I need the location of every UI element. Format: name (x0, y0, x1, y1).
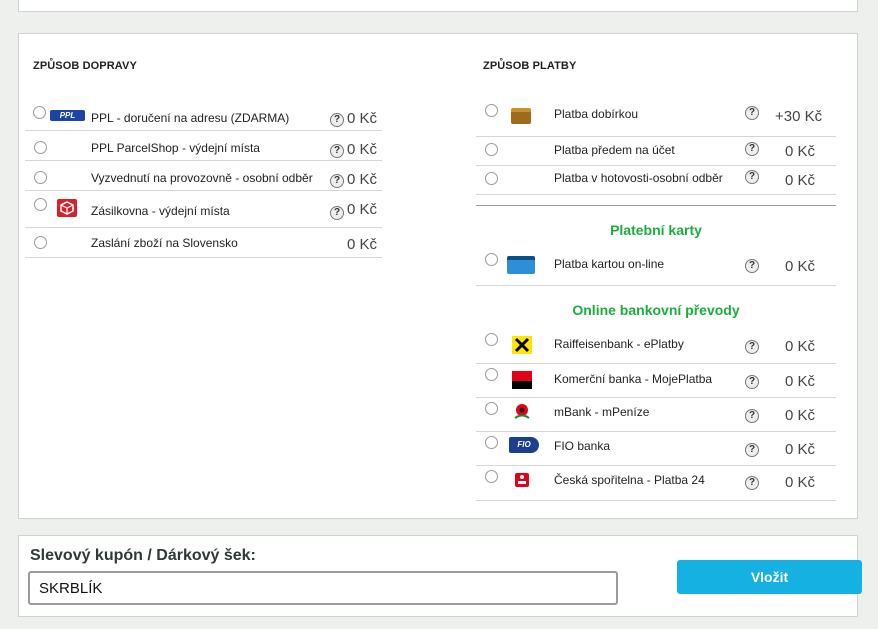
radio-button[interactable] (34, 198, 47, 211)
shipping-option-ppl-parcelshop[interactable]: PPL ParcelShop - výdejní místa ? 0 Kč (25, 132, 382, 161)
payment-label: Platba předem na účet (554, 143, 675, 157)
payment-label: Platba v hotovosti-osobní odběr (554, 171, 723, 185)
help-icon[interactable]: ? (330, 113, 344, 127)
help-icon[interactable]: ? (745, 170, 759, 184)
komercni-banka-logo (512, 371, 532, 389)
payment-option-komercni[interactable]: Komerční banka - MojePlatba ? 0 Kč (476, 365, 836, 398)
payment-option-ceska-sporitelna[interactable]: Česká spořitelna - Platba 24 ? 0 Kč (476, 467, 836, 501)
radio-button[interactable] (485, 470, 498, 483)
apply-coupon-button[interactable]: Vložit (677, 560, 862, 594)
zasilkovna-logo (57, 199, 77, 217)
shipping-option-zasilkovna[interactable]: Zásilkovna - výdejní místa ? 0 Kč (25, 192, 382, 228)
help-icon[interactable]: ? (745, 142, 759, 156)
help-icon[interactable]: ? (330, 206, 344, 220)
payment-label: Komerční banka - MojePlatba (554, 372, 713, 386)
payment-option-mbank[interactable]: mBank - mPeníze ? 0 Kč (476, 399, 836, 432)
help-icon[interactable]: ? (745, 409, 759, 423)
banks-group-title: Online bankovní převody (572, 302, 740, 318)
radio-button[interactable] (485, 172, 498, 185)
payment-price: 0 Kč (785, 373, 816, 390)
payment-option-raiffeisen[interactable]: Raiffeisenbank - ePlatby ? 0 Kč (476, 326, 836, 364)
shipping-price: 0 Kč (347, 201, 378, 218)
shipping-label: PPL ParcelShop - výdejní místa (91, 141, 260, 155)
payment-price: 0 Kč (785, 338, 816, 355)
radio-button[interactable] (485, 368, 498, 381)
shipping-option-slovakia[interactable]: Zaslání zboží na Slovensko 0 Kč (25, 229, 382, 258)
radio-button[interactable] (485, 253, 498, 266)
help-icon[interactable]: ? (745, 375, 759, 389)
radio-button[interactable] (33, 106, 46, 119)
radio-button[interactable] (34, 141, 47, 154)
payment-price: 0 Kč (785, 172, 816, 189)
wallet-icon (511, 108, 531, 124)
shipping-label: Zaslání zboží na Slovensko (91, 236, 238, 250)
help-icon[interactable]: ? (745, 106, 759, 120)
fio-logo: FIO (509, 437, 539, 453)
help-icon[interactable]: ? (745, 259, 759, 273)
radio-button[interactable] (34, 171, 47, 184)
coupon-panel: Slevový kupón / Dárkový šek: Vložit (18, 535, 862, 617)
payment-price: 0 Kč (785, 474, 816, 491)
coupon-label: Slevový kupón / Dárkový šek: (30, 547, 256, 564)
payment-label: FIO banka (554, 439, 611, 453)
shipping-label: Zásilkovna - výdejní místa (91, 204, 230, 218)
help-icon[interactable]: ? (745, 476, 759, 490)
payment-option-cash[interactable]: Platba v hotovosti-osobní odběr ? 0 Kč (476, 167, 836, 195)
payment-price: 0 Kč (785, 143, 816, 160)
coupon-input[interactable] (28, 571, 618, 605)
help-icon[interactable]: ? (745, 443, 759, 457)
shipping-title: ZPŮSOB DOPRAVY (33, 60, 137, 72)
payment-title: ZPŮSOB PLATBY (483, 60, 577, 72)
cards-group-title: Platební karty (610, 222, 702, 238)
ppl-logo: PPL (50, 110, 85, 121)
credit-card-icon (507, 256, 535, 274)
radio-button[interactable] (485, 402, 498, 415)
help-icon[interactable]: ? (330, 174, 344, 188)
payment-label: mBank - mPeníze (554, 405, 650, 419)
section-divider (476, 205, 836, 206)
payment-label: Raiffeisenbank - ePlatby (554, 337, 684, 351)
radio-button[interactable] (485, 143, 498, 156)
help-icon[interactable]: ? (330, 144, 344, 158)
mbank-logo (512, 401, 532, 421)
help-icon[interactable]: ? (745, 340, 759, 354)
payment-option-card[interactable]: Platba kartou on-line ? 0 Kč (476, 246, 836, 286)
shipping-price: 0 Kč (347, 236, 378, 253)
shipping-option-ppl-address[interactable]: PPL PPL - doručení na adresu (ZDARMA) ? … (25, 100, 382, 131)
radio-button[interactable] (485, 104, 498, 117)
payment-label: Česká spořitelna - Platba 24 (554, 473, 705, 487)
payment-price: 0 Kč (785, 441, 816, 458)
payment-price: 0 Kč (785, 407, 816, 424)
payment-option-fio[interactable]: FIO FIO banka ? 0 Kč (476, 433, 836, 466)
raiffeisen-logo (512, 336, 532, 354)
shipping-price: 0 Kč (347, 110, 378, 127)
shipping-price: 0 Kč (347, 171, 378, 188)
payment-label: Platba kartou on-line (554, 257, 665, 271)
shipping-payment-panel: ZPŮSOB DOPRAVY PPL PPL - doručení na adr… (18, 33, 858, 519)
payment-label: Platba dobírkou (554, 107, 639, 121)
shipping-label: Vyzvednutí na provozovně - osobní odběr (91, 171, 313, 185)
ceska-sporitelna-logo (513, 471, 531, 489)
radio-button[interactable] (485, 436, 498, 449)
payment-price: +30 Kč (775, 108, 823, 125)
previous-panel (18, 0, 858, 12)
shipping-label: PPL - doručení na adresu (ZDARMA) (91, 111, 290, 125)
shipping-price: 0 Kč (347, 141, 378, 158)
payment-option-prepay[interactable]: Platba předem na účet ? 0 Kč (476, 138, 836, 166)
payment-option-cod[interactable]: Platba dobírkou ? +30 Kč (476, 100, 836, 137)
shipping-option-personal-pickup[interactable]: Vyzvednutí na provozovně - osobní odběr … (25, 162, 382, 191)
payment-price: 0 Kč (785, 258, 816, 275)
radio-button[interactable] (485, 333, 498, 346)
radio-button[interactable] (34, 236, 47, 249)
